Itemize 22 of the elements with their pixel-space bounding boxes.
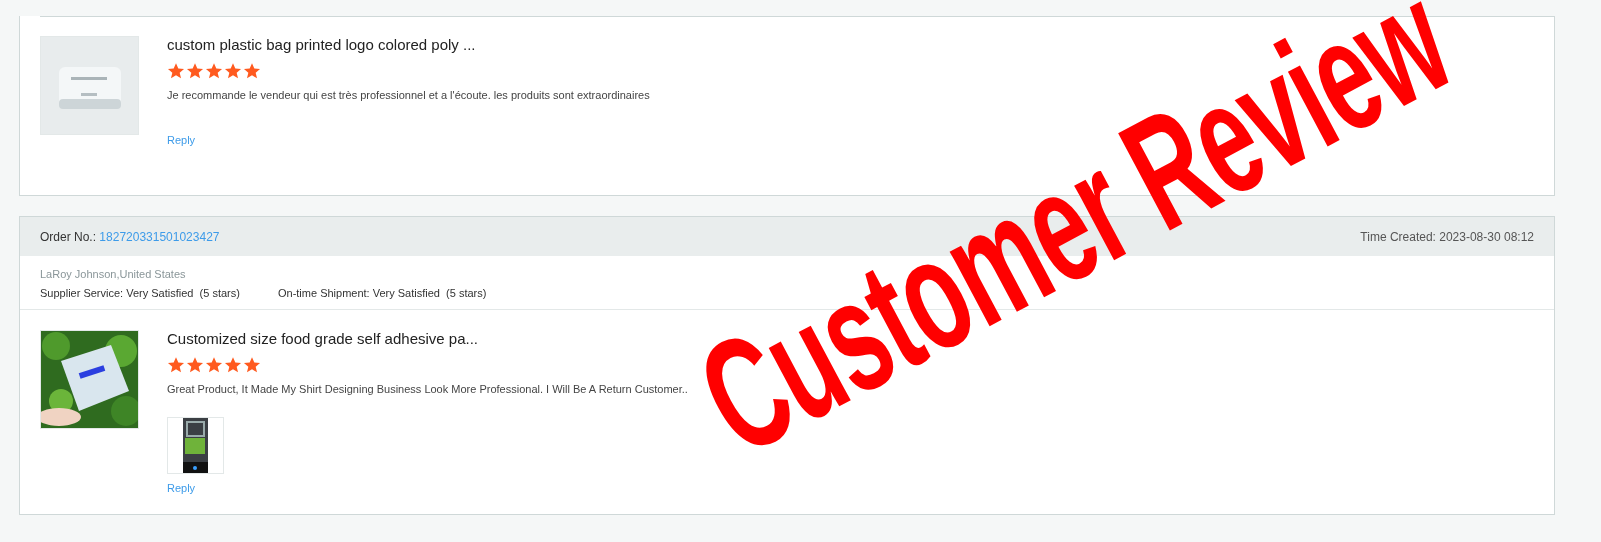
review-comment: Je recommande le vendeur qui est très professionnel et a l'écoute. les produits sont extraordinaires: [167, 89, 650, 101]
order-link[interactable]: 182720331501023427: [99, 229, 220, 244]
buyer-name: LaRoy Johnson,United States: [40, 268, 187, 280]
star-icon: [167, 356, 185, 374]
star-icon: [205, 356, 223, 374]
reply-link[interactable]: Reply: [167, 482, 688, 494]
rating-text: On-time Shipment: Very Satisfied (5 stars): [277, 287, 487, 299]
star-icon: [243, 356, 261, 374]
review-comment: Great Product, It Made My Shirt Designing Business Look More Professional. I Will Be A Return Customer..: [167, 383, 688, 395]
star-icon: [186, 62, 204, 80]
time-created: Time Created: 2023-08-30 08:12: [1360, 229, 1534, 244]
star-icon: [205, 62, 223, 80]
order-number: Order No.: 182720331501023427: [40, 229, 220, 244]
star-icon: [167, 62, 185, 80]
star-icon: [224, 356, 242, 374]
reply-link[interactable]: Reply: [167, 134, 650, 146]
star-icon: [243, 62, 261, 80]
product-title: custom plastic bag printed logo colored poly ...: [167, 36, 477, 53]
rating-text: Supplier Service: Very Satisfied (5 stars): [40, 287, 240, 299]
star-icon: [224, 62, 242, 80]
star-icon: [186, 356, 204, 374]
product-title: Customized size food grade self adhesive pa...: [167, 330, 479, 347]
